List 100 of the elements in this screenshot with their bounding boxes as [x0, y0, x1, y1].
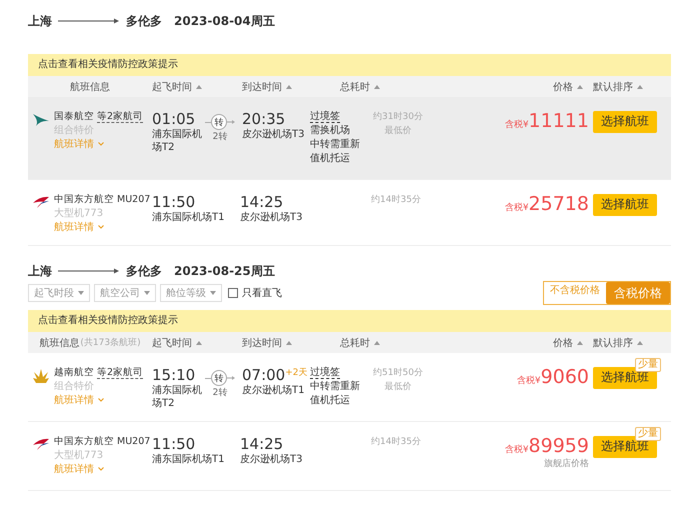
column-header[interactable]: 起飞时间 [152, 336, 192, 350]
sort-icon[interactable] [577, 340, 583, 344]
chevron-down-icon [98, 225, 104, 229]
transfer-badge: 转 [211, 114, 227, 130]
column-header: 航班信息 [39, 336, 80, 350]
price-prefix: 含税¥ [504, 118, 529, 131]
column-header[interactable]: 到达时间 [242, 336, 282, 350]
arrival-time: 20:35 [242, 110, 286, 128]
arrival-airport: 皮尔逊机场T3 [240, 211, 304, 224]
sort-icon[interactable] [637, 340, 643, 344]
departure-airport: 浦东国际机场T1 [152, 211, 226, 224]
select-flight-button[interactable]: 选择航班 [593, 110, 657, 132]
travel-date: 2023-08-25周五 [174, 262, 275, 280]
column-header[interactable]: 价格 [553, 336, 573, 350]
checkbox-label[interactable]: 只看直飞 [242, 286, 282, 300]
transfer-count: 2转 [212, 386, 228, 399]
departure-time: 11:50 [152, 435, 196, 453]
airline-name: 国泰航空 [54, 111, 94, 122]
low-stock-badge: 少量 [635, 427, 661, 441]
chevron-down-icon [98, 398, 104, 402]
departure-airport: 浦东国际机场T2 [152, 128, 203, 154]
bird-wing-logo-icon [32, 112, 50, 128]
arrival-airport: 皮尔逊机场T3 [242, 128, 306, 141]
airline-name: 中国东方航空 [54, 436, 114, 447]
checkbox[interactable] [228, 288, 238, 298]
swallow-logo-icon [32, 195, 50, 209]
sort-icon[interactable] [374, 340, 380, 344]
route-arrow-icon [58, 268, 120, 274]
lotus-logo-icon [32, 368, 50, 384]
chevron-down-icon [98, 142, 104, 146]
arrival-time: 14:25 [240, 193, 284, 211]
column-header[interactable]: 起飞时间 [152, 80, 192, 94]
arrow-icon [227, 119, 235, 125]
sort-icon[interactable] [577, 84, 583, 88]
price-prefix: 含税¥ [504, 444, 529, 456]
price-note: 旗舰店价格 [543, 458, 589, 470]
price: 11111 [528, 110, 589, 132]
notice-bar[interactable]: 点击查看相关疫情防控政策提示 [28, 54, 671, 76]
flight-subtitle: 大型机773 [54, 448, 104, 462]
swallow-logo-icon [32, 437, 50, 451]
transit-visa-link[interactable]: 过境签 [310, 111, 340, 123]
transfer-note: 需换机场 [310, 124, 351, 138]
column-header[interactable]: 到达时间 [242, 80, 282, 94]
price-prefix: 含税¥ [504, 202, 529, 214]
caret-icon [210, 291, 216, 295]
total-duration: 约14时35分 [370, 194, 422, 207]
airline-partners[interactable]: 等2家航司 [97, 111, 144, 123]
sort-icon[interactable] [637, 84, 643, 88]
sort-icon[interactable] [286, 340, 292, 344]
lowest-price-tag: 最低价 [368, 380, 428, 394]
transfer-count: 2转 [212, 130, 228, 143]
departure-airport: 浦东国际机场T2 [152, 384, 203, 410]
airline-name: 越南航空 [54, 367, 94, 378]
transit-visa-link[interactable]: 过境签 [310, 367, 340, 379]
flight-count: (共173条航班) [80, 336, 141, 349]
departure-time: 15:10 [152, 366, 196, 384]
chevron-down-icon [98, 467, 104, 471]
lowest-price-tag: 最低价 [368, 124, 428, 138]
travel-date: 2023-08-04周五 [174, 12, 275, 30]
column-header: 航班信息 [70, 80, 110, 94]
sort-icon[interactable] [196, 84, 202, 88]
column-header[interactable]: 总耗时 [340, 336, 370, 350]
destination-city: 多伦多 [126, 262, 162, 280]
flight-subtitle: 组合特价 [54, 380, 95, 393]
sort-icon[interactable] [374, 84, 380, 88]
airline-partners[interactable]: 等2家航司 [97, 367, 144, 379]
sort-icon[interactable] [286, 84, 292, 88]
arrival-airport: 皮尔逊机场T1 [242, 384, 306, 397]
total-duration: 约14时35分 [370, 436, 422, 449]
departure-time: 11:50 [152, 193, 196, 211]
flight-subtitle: 大型机773 [54, 206, 104, 220]
caret-icon [78, 291, 84, 295]
total-duration: 约31时30分 [372, 110, 424, 124]
day-offset: +2天 [285, 367, 308, 380]
price: 9060 [540, 366, 589, 388]
origin-city: 上海 [28, 262, 52, 280]
low-stock-badge: 少量 [635, 358, 661, 372]
arrow-icon [227, 375, 235, 381]
column-header[interactable]: 默认排序 [593, 336, 633, 350]
total-duration: 约51时50分 [372, 366, 424, 380]
arrival-time: 14:25 [240, 435, 284, 453]
airline-partners: MU207 [117, 436, 150, 447]
select-flight-button[interactable]: 选择航班 [593, 194, 657, 216]
arrival-airport: 皮尔逊机场T3 [240, 453, 304, 466]
airline-partners: MU207 [117, 194, 150, 205]
price: 25718 [528, 193, 589, 215]
airline-name: 中国东方航空 [54, 194, 114, 205]
column-header[interactable]: 总耗时 [340, 80, 370, 94]
arrival-time: 07:00 [242, 366, 286, 384]
sort-icon[interactable] [196, 340, 202, 344]
column-header[interactable]: 默认排序 [593, 80, 633, 94]
origin-city: 上海 [28, 12, 52, 30]
caret-icon [144, 291, 150, 295]
departure-time: 01:05 [152, 110, 196, 128]
price-prefix: 含税¥ [516, 374, 541, 387]
destination-city: 多伦多 [126, 12, 162, 30]
price: 89959 [528, 435, 589, 457]
column-header[interactable]: 价格 [553, 80, 573, 94]
transfer-note: 中转需重新值机托运 [310, 380, 361, 408]
notice-bar[interactable]: 点击查看相关疫情防控政策提示 [28, 310, 671, 332]
